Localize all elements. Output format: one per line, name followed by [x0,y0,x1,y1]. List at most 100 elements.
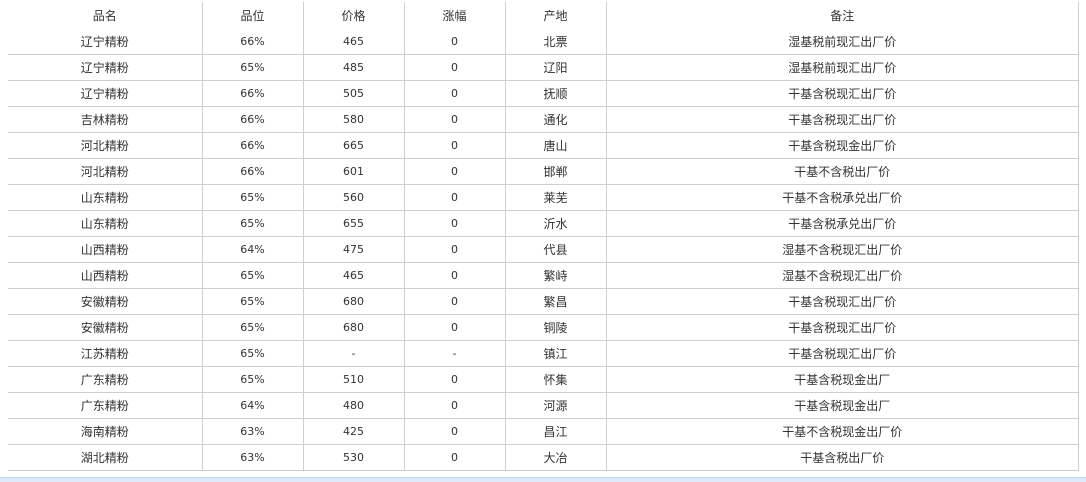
table-row: 广东精粉 64% 480 0 河源 干基含税现金出厂 [8,392,1079,419]
table-row: 吉林精粉 66% 580 0 通化 干基含税现汇出厂价 [8,106,1079,133]
table-row: 安徽精粉 65% 680 0 繁昌 干基含税现汇出厂价 [8,288,1079,315]
table-header-row: 品名 品位 价格 涨幅 产地 备注 [8,2,1079,29]
cell-change: 0 [403,262,505,289]
cell-change: - [403,340,505,367]
cell-price: 465 [302,262,404,289]
cell-remarks: 湿基税前现汇出厂价 [605,54,1079,81]
cell-change: 0 [403,236,505,263]
cell-change: 0 [403,158,505,185]
table-row: 辽宁精粉 66% 465 0 北票 湿基税前现汇出厂价 [8,29,1079,55]
cell-price: 665 [302,132,404,159]
cell-change: 0 [403,54,505,81]
cell-product-name: 广东精粉 [8,392,202,419]
cell-origin: 怀集 [504,366,606,393]
cell-remarks: 干基含税承兑出厂价 [605,210,1079,237]
cell-origin: 代县 [504,236,606,263]
table-row: 广东精粉 65% 510 0 怀集 干基含税现金出厂 [8,366,1079,393]
cell-remarks: 干基含税出厂价 [605,444,1079,471]
cell-remarks: 干基不含税承兑出厂价 [605,184,1079,211]
cell-product-name: 河北精粉 [8,158,202,185]
cell-price: 680 [302,314,404,341]
table-row: 湖北精粉 63% 530 0 大冶 干基含税出厂价 [8,444,1079,471]
table-body: 辽宁精粉 66% 465 0 北票 湿基税前现汇出厂价 辽宁精粉 65% 485 0 辽阳 湿基税前现… [8,29,1079,471]
cell-grade: 64% [201,392,303,419]
cell-remarks: 湿基不含税现汇出厂价 [605,262,1079,289]
table-row: 辽宁精粉 66% 505 0 抚顺 干基含税现汇出厂价 [8,80,1079,107]
header-remarks: 备注 [605,2,1079,29]
cell-grade: 65% [201,54,303,81]
cell-product-name: 辽宁精粉 [8,80,202,107]
cell-grade: 65% [201,288,303,315]
cell-price: 465 [302,29,404,55]
cell-remarks: 湿基不含税现汇出厂价 [605,236,1079,263]
cell-product-name: 辽宁精粉 [8,54,202,81]
table-row: 河北精粉 66% 665 0 唐山 干基含税现金出厂价 [8,132,1079,159]
cell-origin: 繁昌 [504,288,606,315]
table-row: 安徽精粉 65% 680 0 铜陵 干基含税现汇出厂价 [8,314,1079,341]
cell-grade: 65% [201,262,303,289]
cell-change: 0 [403,29,505,55]
cell-origin: 邯郸 [504,158,606,185]
table-row: 海南精粉 63% 425 0 昌江 干基不含税现金出厂价 [8,418,1079,445]
cell-price: 510 [302,366,404,393]
header-grade: 品位 [201,2,303,29]
table-row: 河北精粉 66% 601 0 邯郸 干基不含税出厂价 [8,158,1079,185]
cell-remarks: 干基不含税现金出厂价 [605,418,1079,445]
cell-origin: 繁峙 [504,262,606,289]
header-origin: 产地 [504,2,606,29]
header-product-name: 品名 [92,9,117,23]
cell-change: 0 [403,444,505,471]
table-row: 辽宁精粉 65% 485 0 辽阳 湿基税前现汇出厂价 [8,54,1079,81]
cell-origin: 北票 [504,29,606,55]
cell-change: 0 [403,288,505,315]
cell-origin: 河源 [504,392,606,419]
cell-remarks: 干基不含税出厂价 [605,158,1079,185]
cell-grade: 64% [201,236,303,263]
cell-grade: 65% [201,314,303,341]
cell-product-name: 江苏精粉 [8,340,202,367]
cell-product-name: 山东精粉 [8,210,202,237]
cell-origin: 镇江 [504,340,606,367]
cell-price: 485 [302,54,404,81]
cell-origin: 沂水 [504,210,606,237]
cell-grade: 65% [201,366,303,393]
table-row: 山东精粉 65% 560 0 莱芜 干基不含税承兑出厂价 [8,184,1079,211]
cell-product-name: 安徽精粉 [8,314,202,341]
cell-product-name: 广东精粉 [8,366,202,393]
cell-grade: 66% [201,158,303,185]
cell-price: 580 [302,106,404,133]
cell-price: 680 [302,288,404,315]
cell-remarks: 干基含税现金出厂价 [605,132,1079,159]
cell-product-name: 湖北精粉 [8,444,202,471]
cell-remarks: 干基含税现汇出厂价 [605,106,1079,133]
cell-origin: 抚顺 [504,80,606,107]
cell-price: 480 [302,392,404,419]
cell-grade: 65% [201,210,303,237]
cell-price: 425 [302,418,404,445]
cell-remarks: 湿基税前现汇出厂价 [605,29,1079,55]
cell-price: 655 [302,210,404,237]
cell-price: - [302,340,404,367]
cell-change: 0 [403,392,505,419]
cell-change: 0 [403,210,505,237]
cell-origin: 大冶 [504,444,606,471]
header-change: 涨幅 [403,2,505,29]
cell-origin: 辽阳 [504,54,606,81]
cell-grade: 66% [201,80,303,107]
cell-change: 0 [403,418,505,445]
cell-remarks: 干基含税现汇出厂价 [605,314,1079,341]
cell-grade: 66% [201,106,303,133]
cell-grade: 65% [201,340,303,367]
cell-remarks: 干基含税现金出厂 [605,366,1079,393]
cell-grade: 65% [201,184,303,211]
table-row: 山西精粉 65% 465 0 繁峙 湿基不含税现汇出厂价 [8,262,1079,289]
cell-product-name: 吉林精粉 [8,106,202,133]
cell-price: 530 [302,444,404,471]
cell-change: 0 [403,132,505,159]
cell-origin: 莱芜 [504,184,606,211]
iron-ore-price-table: 品名 品位 价格 涨幅 产地 备注 辽宁精粉 66% 465 0 北票 湿基税前现汇出厂价… [8,2,1079,471]
cell-origin: 通化 [504,106,606,133]
cell-origin: 昌江 [504,418,606,445]
window-bottom-edge [0,477,1086,482]
table-row: 山西精粉 64% 475 0 代县 湿基不含税现汇出厂价 [8,236,1079,263]
